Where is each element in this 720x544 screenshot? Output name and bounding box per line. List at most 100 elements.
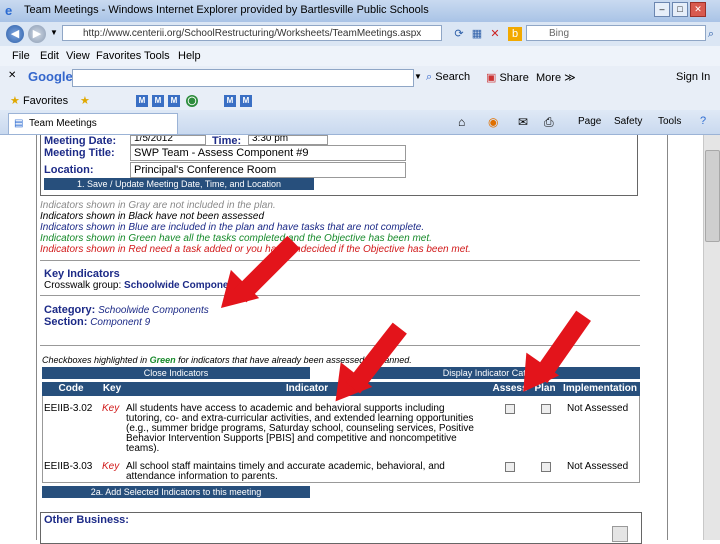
menu-view[interactable]: View: [66, 50, 90, 62]
row1-key: Key: [102, 403, 120, 414]
title-bar: e Team Meetings - Windows Internet Explo…: [0, 0, 720, 23]
safety-menu[interactable]: Safety: [614, 116, 642, 127]
minimize-button[interactable]: –: [654, 2, 670, 17]
row2-indicator-line: attendance information to parents.: [126, 471, 278, 482]
globe-icon[interactable]: ◯: [186, 95, 198, 107]
window-title: Team Meetings - Windows Internet Explore…: [24, 4, 429, 16]
category-label: Category:: [44, 304, 96, 316]
menu-tools[interactable]: Tools: [144, 50, 170, 62]
page-icon: ▤: [14, 118, 24, 129]
legend-green: Indicators shown in Green have all the t…: [40, 233, 432, 244]
divider: [40, 295, 640, 296]
compatibility-icon[interactable]: ▦: [470, 27, 484, 41]
scrollbar-thumb[interactable]: [705, 150, 720, 242]
mail-icon[interactable]: ✉: [518, 115, 528, 129]
col-code: Code: [58, 383, 84, 394]
stop-icon[interactable]: ✕: [488, 27, 502, 41]
location-input[interactable]: Principal's Conference Room: [130, 162, 406, 178]
row1-assess-checkbox[interactable]: [505, 404, 515, 414]
close-button[interactable]: ✕: [690, 2, 706, 17]
history-dropdown-icon[interactable]: ▼: [50, 28, 58, 37]
search-input[interactable]: Bing: [526, 25, 706, 41]
add-favorite-icon[interactable]: ★: [80, 94, 90, 107]
close-indicators-button[interactable]: Close Indicators: [42, 367, 310, 379]
share-label: Share: [499, 72, 529, 84]
legend-red: Indicators shown in Red need a task adde…: [40, 244, 471, 255]
add-selected-indicators-button[interactable]: 2a. Add Selected Indicators to this meet…: [42, 486, 310, 498]
feeds-icon[interactable]: ◉: [488, 115, 498, 129]
favorites-bar: [0, 90, 720, 110]
row2-plan-checkbox[interactable]: [541, 462, 551, 472]
forward-button[interactable]: ▶: [28, 25, 46, 43]
menu-edit[interactable]: Edit: [40, 50, 59, 62]
google-logo: Google: [28, 69, 73, 84]
menu-favorites[interactable]: Favorites: [96, 50, 141, 62]
m-link-icon[interactable]: M: [152, 95, 164, 107]
m-link-icon[interactable]: M: [224, 95, 236, 107]
key-indicators-title: Key Indicators: [44, 268, 120, 280]
close-toolbar-icon[interactable]: ✕: [8, 70, 16, 81]
home-icon[interactable]: ⌂: [458, 115, 465, 129]
page-menu[interactable]: Page: [578, 116, 601, 127]
favorites-button[interactable]: ★ Favorites: [10, 94, 68, 107]
col-implementation: Implementation: [563, 383, 637, 394]
category-value: Schoolwide Components: [98, 305, 209, 316]
row1-indicator-line: teams).: [126, 443, 160, 454]
time-input[interactable]: 3:30 pm: [248, 135, 328, 145]
row2-assess-checkbox[interactable]: [505, 462, 515, 472]
legend-black: Indicators shown in Black have not been …: [40, 211, 265, 222]
m-link-icon[interactable]: M: [136, 95, 148, 107]
m-link-icon[interactable]: M: [168, 95, 180, 107]
magnifier-icon: ⌕: [426, 71, 433, 83]
menu-help[interactable]: Help: [178, 50, 201, 62]
ie-icon: e: [5, 3, 13, 18]
checkbox-note-green: Green: [149, 355, 176, 365]
row1-code: EEIIB-3.02: [44, 403, 93, 414]
other-business-box: [40, 512, 642, 544]
row1-plan-checkbox[interactable]: [541, 404, 551, 414]
meeting-date-input[interactable]: 1/5/2012: [130, 135, 206, 145]
crosswalk-label: Crosswalk group:: [44, 280, 122, 291]
col-indicator: Indicator: [285, 383, 329, 394]
meeting-title-input[interactable]: SWP Team - Assess Component #9: [130, 145, 406, 161]
more-button[interactable]: More ≫: [536, 71, 576, 84]
location-label: Location:: [44, 164, 94, 176]
col-key: Key: [102, 383, 122, 394]
row2-implementation: Not Assessed: [567, 461, 629, 472]
google-search-button[interactable]: ⌕ Search: [426, 71, 470, 84]
google-dropdown-icon[interactable]: ▼: [414, 72, 422, 81]
google-search-label: Search: [435, 71, 471, 83]
row1-indicator-line: Behavior Intervention Supports [PBIS] an…: [126, 433, 457, 444]
row1-implementation: Not Assessed: [567, 403, 629, 414]
share-button[interactable]: ▣ Share: [486, 71, 529, 84]
sign-in-link[interactable]: Sign In: [676, 71, 710, 83]
menu-file[interactable]: File: [12, 50, 30, 62]
save-meeting-button[interactable]: 1. Save / Update Meeting Date, Time, and…: [44, 178, 314, 190]
address-input[interactable]: http://www.centerii.org/SchoolRestructur…: [62, 25, 442, 41]
row2-key: Key: [102, 461, 120, 472]
checkbox-note-prefix: Checkboxes highlighted in: [42, 355, 150, 365]
display-categories-button[interactable]: Display Indicator Categories: [358, 367, 640, 379]
meeting-date-label: Meeting Date:: [44, 135, 117, 147]
m-link-icon[interactable]: M: [240, 95, 252, 107]
menu-bar: File Edit View Favorites Tools Help: [0, 46, 720, 67]
category-row: Category: Schoolwide Components: [44, 304, 209, 316]
tab-team-meetings[interactable]: ▤ Team Meetings: [8, 113, 178, 134]
print-icon[interactable]: ⎙: [544, 115, 554, 130]
tab-label: Team Meetings: [29, 118, 97, 129]
section-row: Section: Component 9: [44, 316, 150, 328]
section-label: Section:: [44, 316, 88, 328]
tools-menu[interactable]: Tools: [658, 116, 681, 127]
bing-icon: b: [508, 27, 522, 41]
maximize-button[interactable]: □: [672, 2, 688, 17]
back-button[interactable]: ◀: [6, 25, 24, 43]
star-icon: ★: [10, 95, 20, 107]
refresh-icon[interactable]: ⟳: [452, 27, 466, 41]
share-icon: ▣: [486, 72, 497, 84]
google-search-input[interactable]: [72, 69, 414, 87]
search-icon[interactable]: ⌕: [704, 27, 718, 41]
legend-blue: Indicators shown in Blue are included in…: [40, 222, 425, 233]
other-business-label: Other Business:: [44, 514, 129, 526]
help-icon[interactable]: ?: [700, 115, 706, 127]
row2-code: EEIIB-3.03: [44, 461, 93, 472]
